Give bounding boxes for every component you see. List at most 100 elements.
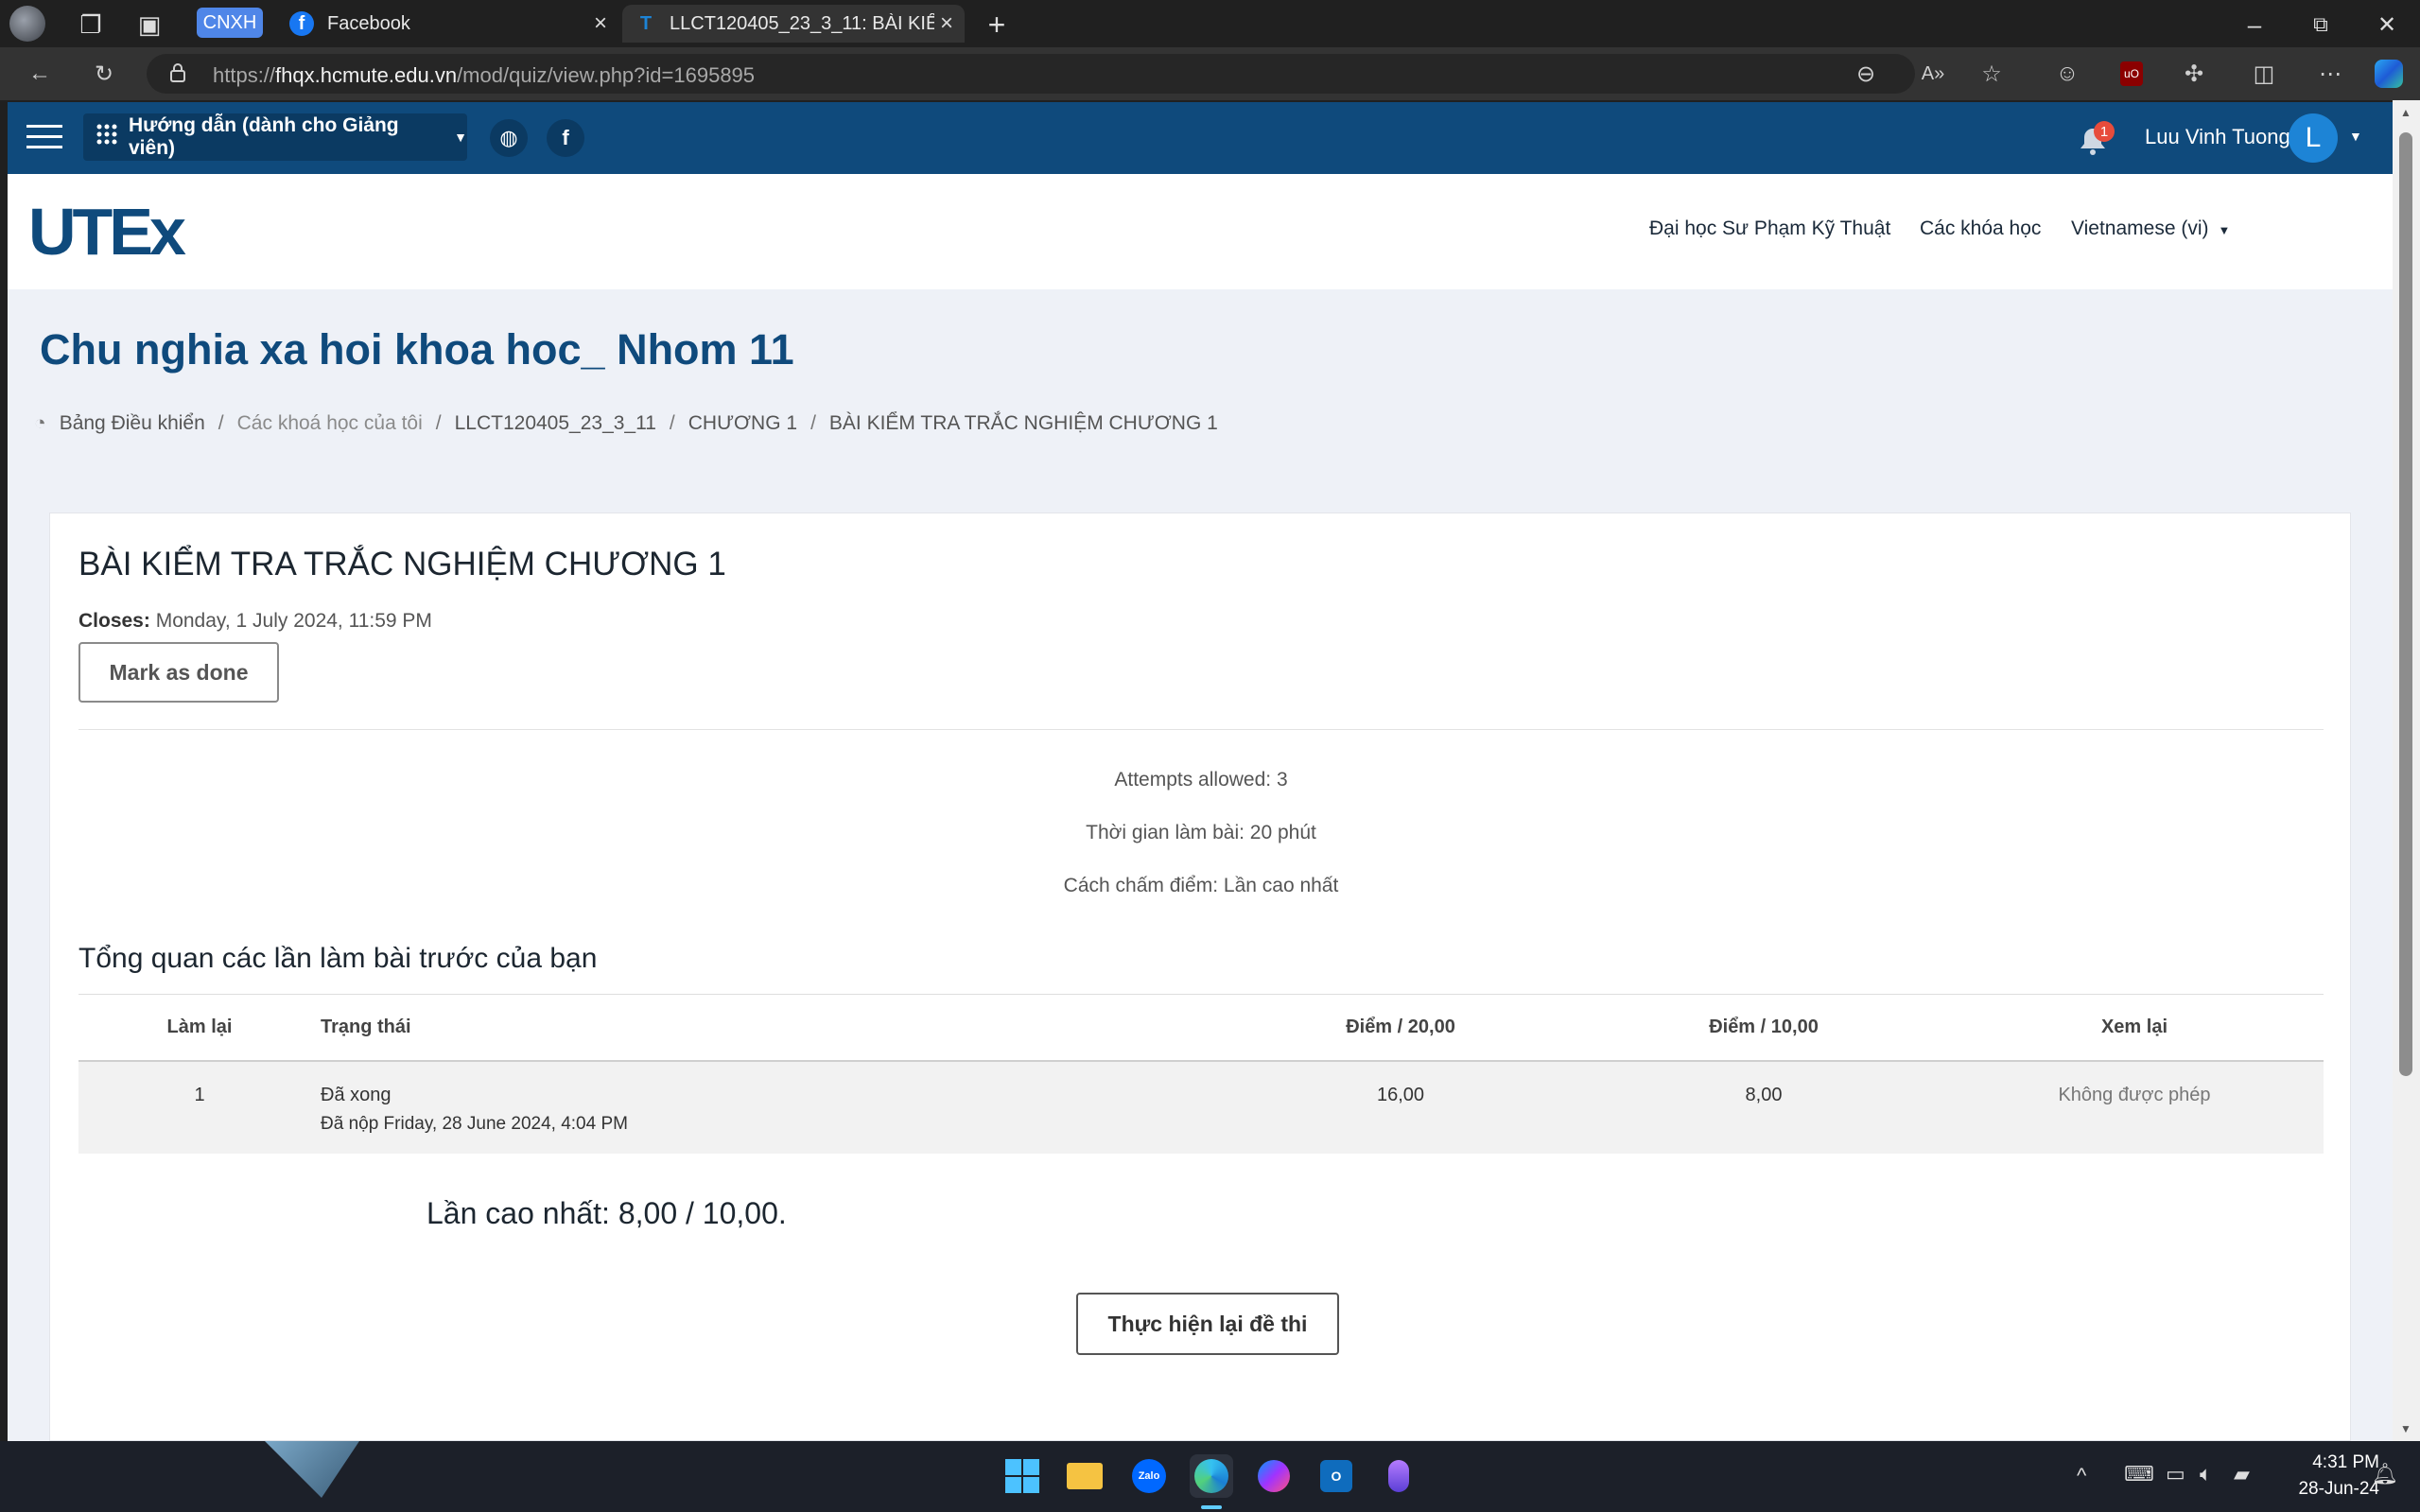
ublock-icon[interactable]: uO [2115,57,2149,91]
read-aloud-icon[interactable]: A» [1916,57,1950,91]
zalo-icon[interactable]: Zalo [1127,1454,1171,1498]
attempt-number: 1 [78,1060,321,1154]
new-tab-button[interactable]: + [980,8,1014,42]
tab-group-cnxh[interactable]: CNXH [197,8,263,38]
facebook-link-icon[interactable]: f [547,119,584,157]
tab-label: LLCT120405_23_3_11: BÀI KIỂM T [670,12,934,34]
nav-link-university[interactable]: Đại học Sư Phạm Kỹ Thuật [1649,217,1890,240]
highest-grade: Lần cao nhất: 8,00 / 10,00. [427,1196,787,1230]
caret-down-icon: ▼ [2218,223,2231,237]
copilot-app-icon[interactable] [1377,1454,1420,1498]
url-text: https://fhqx.hcmute.edu.vn/mod/quiz/view… [213,63,756,87]
review-status: Không được phép [1945,1060,2324,1154]
language-selector[interactable]: Vietnamese (vi) ▼ [2071,217,2230,240]
breadcrumb-dashboard[interactable]: Bảng Điều khiển [60,412,205,435]
table-row: 1 Đã xong Đã nộp Friday, 28 June 2024, 4… [78,1060,2324,1154]
close-window-button[interactable]: ✕ [2370,8,2404,42]
breadcrumb-chapter[interactable]: CHƯƠNG 1 [688,412,797,435]
attempts-table: Làm lại Trạng thái Điểm / 20,00 Điểm / 1… [78,994,2324,1154]
edge-browser-icon[interactable] [1190,1454,1233,1498]
tab-facebook[interactable]: f Facebook × [280,5,618,43]
reload-icon[interactable]: ↻ [87,57,121,91]
minimize-button[interactable]: – [2237,8,2272,42]
quiz-title: BÀI KIỂM TRA TRẮC NGHIỆM CHƯƠNG 1 [78,546,726,582]
guide-dropdown-button[interactable]: Hướng dẫn (dành cho Giảng viên) ▼ [83,113,467,161]
attempts-overview-title: Tổng quan các lần làm bài trước của bạn [78,943,598,974]
clock-time[interactable]: 4:31 PM [2294,1452,2379,1473]
attempt-status: Đã xong Đã nộp Friday, 28 June 2024, 4:0… [321,1060,1219,1154]
close-tab-icon[interactable]: × [594,10,607,37]
close-tab-icon[interactable]: × [940,10,953,37]
messenger-icon[interactable] [1252,1454,1296,1498]
page-content: Chu nghia xa hoi khoa hoc_ Nhom 11 ◔ Bản… [8,289,2393,1441]
scrollbar-thumb[interactable] [2399,132,2412,1076]
volume-icon[interactable]: 🔈︎ [2200,1462,2212,1486]
tab-quiz[interactable]: T LLCT120405_23_3_11: BÀI KIỂM T × [622,5,965,43]
mark-as-done-button[interactable]: Mark as done [78,642,279,703]
restore-button[interactable]: ⧉ [2304,8,2338,42]
show-hidden-icons-icon[interactable]: ^ [2077,1464,2086,1488]
column-header-marks: Điểm / 20,00 [1219,994,1582,1062]
active-app-indicator [1201,1505,1222,1509]
dashboard-icon: ◔ [34,412,46,434]
extensions-puzzle-icon[interactable]: ✣ [2177,57,2211,91]
windows-taskbar: Zalo O ^ ⌨ ▭ 🔈︎ ▰ 4:31 PM 28-Jun-24 🔔︎ [0,1441,2420,1512]
more-menu-icon[interactable]: ⋯ [2313,57,2347,91]
breadcrumb: ◔ Bảng Điều khiển / Các khoá học của tôi… [34,412,1218,435]
notification-bell-icon[interactable]: 1 [2075,121,2115,159]
notification-count-badge: 1 [2094,121,2115,142]
lock-icon [169,62,186,83]
divider [78,729,2324,730]
outlook-icon[interactable]: O [1314,1454,1358,1498]
start-menu-icon[interactable] [1001,1454,1044,1498]
quiz-card: BÀI KIỂM TRA TRẮC NGHIỆM CHƯƠNG 1 Closes… [49,513,2351,1441]
input-method-icon[interactable]: ⌨ [2124,1462,2154,1486]
site-favicon-icon: T [639,12,653,34]
profile-avatar-icon[interactable] [9,6,45,42]
address-bar[interactable]: https://fhqx.hcmute.edu.vn/mod/quiz/view… [147,54,1915,94]
file-explorer-icon[interactable] [1063,1454,1106,1498]
user-avatar[interactable]: L [2289,113,2338,163]
breadcrumb-my-courses[interactable]: Các khoá học của tôi [237,412,423,435]
quiz-close-date: Closes: Monday, 1 July 2024, 11:59 PM [78,610,432,632]
vertical-tabs-icon[interactable]: ▣ [132,8,166,42]
user-menu-caret-icon[interactable]: ▼ [2349,129,2362,144]
attempt-marks: 16,00 [1219,1060,1582,1154]
globe-icon[interactable]: ◍ [490,119,528,157]
caret-down-icon: ▼ [454,130,467,145]
apps-grid-icon [96,124,117,150]
back-icon[interactable]: ← [23,57,57,91]
facebook-icon: f [289,11,314,36]
notification-center-icon[interactable]: 🔔︎ [2372,1462,2398,1486]
attempt-grade: 8,00 [1582,1060,1945,1154]
copilot-icon[interactable] [2372,57,2406,91]
retake-quiz-button[interactable]: Thực hiện lại đề thi [1076,1293,1339,1355]
scroll-up-arrow-icon[interactable]: ▲ [2400,106,2411,119]
workspaces-icon[interactable]: ❐ [74,8,108,42]
utex-logo[interactable]: UTEx [28,199,186,265]
time-limit: Thời gian làm bài: 20 phút [1086,822,1316,843]
scroll-down-arrow-icon[interactable]: ▼ [2400,1422,2411,1435]
attempts-allowed: Attempts allowed: 3 [1114,769,1288,791]
zoom-out-icon[interactable]: ⊖ [1849,57,1883,91]
breadcrumb-course[interactable]: LLCT120405_23_3_11 [455,412,656,435]
split-screen-icon[interactable]: ◫ [2247,57,2281,91]
network-icon[interactable]: ▭ [2166,1462,2185,1486]
browser-tab-bar: ❐ ▣ CNXH f Facebook × T LLCT120405_23_3_… [0,0,2420,47]
extension-face-icon[interactable]: ☺ [2050,57,2084,91]
wallpaper-shape [265,1441,359,1498]
user-name[interactable]: Luu Vinh Tuong [2145,125,2290,149]
column-header-status: Trạng thái [321,994,1219,1062]
guide-label: Hướng dẫn (dành cho Giảng viên) [129,114,399,159]
battery-icon[interactable]: ▰ [2234,1462,2250,1486]
hamburger-menu-icon[interactable] [26,123,62,151]
breadcrumb-quiz[interactable]: BÀI KIỂM TRA TRẮC NGHIỆM CHƯƠNG 1 [829,412,1218,435]
clock-date[interactable]: 28-Jun-24 [2273,1479,2379,1500]
tab-label: Facebook [327,12,410,34]
submitted-date: Đã nộp Friday, 28 June 2024, 4:04 PM [321,1113,628,1134]
address-toolbar: ← ↻ https://fhqx.hcmute.edu.vn/mod/quiz/… [0,47,2420,100]
column-header-grade: Điểm / 10,00 [1582,994,1945,1062]
nav-link-courses[interactable]: Các khóa học [1920,217,2041,240]
course-title: Chu nghia xa hoi khoa hoc_ Nhom 11 [40,325,794,374]
favorite-star-icon[interactable]: ☆ [1975,57,2009,91]
